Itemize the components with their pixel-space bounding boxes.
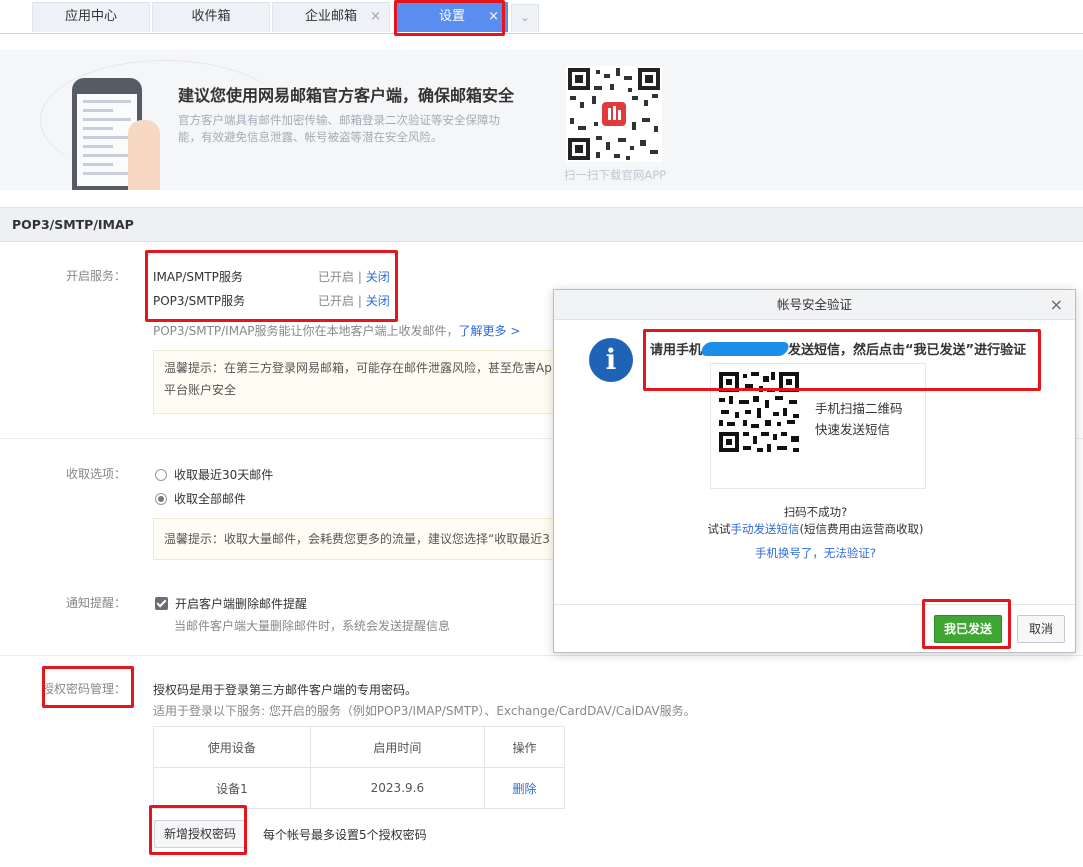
service-status: 已开启 [318, 270, 355, 284]
close-icon[interactable]: × [370, 3, 381, 31]
qr-caption: 扫一扫下载官网APP [563, 168, 667, 182]
sms-qr-panel: 手机扫描二维码 快速发送短信 [710, 363, 926, 489]
receive-tip: 温馨提示：收取大量邮件，会耗费您更多的流量，建议您选择“收取最近3 [153, 518, 573, 560]
learn-more-link[interactable]: 了解更多 > [459, 324, 521, 338]
hand-illustration [128, 120, 160, 190]
auth-limit-hint: 每个帐号最多设置5个授权密码 [263, 828, 427, 842]
service-status: 已开启 [318, 294, 355, 308]
client-promo-banner: 建议您使用网易邮箱官方客户端，确保邮箱安全 官方客户端具有邮件加密传输、邮箱登录… [0, 50, 1083, 190]
auth-device-table: 使用设备 启用时间 操作 设备1 2023.9.6 删除 [153, 726, 566, 809]
changed-phone-link[interactable]: 手机换号了，无法验证? [755, 546, 876, 560]
service-name: IMAP/SMTP服务 [153, 270, 243, 284]
sent-confirm-button[interactable]: 我已发送 [934, 615, 1002, 643]
message-text: 请用手机 [650, 343, 703, 358]
receive-label: 收取选项： [65, 467, 126, 481]
checkbox-checked-icon [155, 597, 168, 610]
info-icon: i [589, 338, 633, 382]
tab-enterprise-mail[interactable]: 企业邮箱 × [272, 2, 390, 32]
chevron-down-icon[interactable]: ⌄ [511, 4, 539, 32]
section-title: POP3/SMTP/IMAP [0, 207, 1083, 242]
services-description: POP3/SMTP/IMAP服务能让你在本地客户端上收发邮件， [153, 324, 459, 338]
manual-prefix: 试试 [707, 522, 731, 536]
table-header-row: 使用设备 启用时间 操作 [153, 726, 566, 768]
add-auth-password-button[interactable]: 新增授权密码 [154, 820, 246, 848]
services-label: 开启服务： [65, 269, 126, 283]
pop3-close-link[interactable]: 关闭 [366, 294, 390, 308]
tab-label: 收件箱 [191, 9, 231, 24]
radio-label: 收取最近30天邮件 [174, 468, 274, 482]
notify-label: 通知提醒： [65, 596, 126, 610]
tab-app-center[interactable]: 应用中心 [32, 2, 150, 32]
tab-bar: 应用中心 收件箱 企业邮箱 × 设置 × ⌄ [0, 0, 1083, 34]
radio-recent-30-days[interactable]: 收取最近30天邮件 [155, 466, 273, 483]
imap-close-link[interactable]: 关闭 [366, 270, 390, 284]
tab-label: 企业邮箱 [304, 9, 357, 24]
notify-description: 当邮件客户端大量删除邮件时，系统会发送提醒信息 [174, 619, 451, 633]
radio-all-mail[interactable]: 收取全部邮件 [155, 490, 246, 507]
banner-description: 官方客户端具有邮件加密传输、邮箱登录二次验证等安全保障功能，有效避免信息泄露、帐… [178, 113, 500, 144]
tab-inbox[interactable]: 收件箱 [152, 2, 270, 32]
scan-fail-text: 扫码不成功? [783, 505, 848, 519]
security-verification-dialog: 帐号安全验证 × i 请用手机 发送短信，然后点击“我已发送”进行验证 手机扫描… [553, 289, 1076, 653]
enabled-date-cell: 2023.9.6 [309, 767, 485, 809]
column-header: 操作 [483, 726, 566, 768]
banner-title: 建议您使用网易邮箱官方客户端，确保邮箱安全 [178, 86, 515, 105]
radio-checked-icon [155, 493, 167, 505]
services-tip: 温馨提示：在第三方登录网易邮箱，可能存在邮件泄露风险，甚至危害Ap 平台账户安全 [153, 350, 573, 414]
radio-label: 收取全部邮件 [174, 492, 247, 506]
tab-label: 设置 [438, 9, 465, 24]
dialog-message: 请用手机 发送短信，然后点击“我已发送”进行验证 [650, 340, 1040, 362]
highlight-box [145, 250, 398, 322]
tip-text: 平台账户安全 [164, 383, 237, 397]
manual-suffix: (短信费用由运营商收取) [799, 522, 924, 536]
tab-settings[interactable]: 设置 × [396, 2, 508, 32]
checkbox-label: 开启客户端删除邮件提醒 [175, 597, 308, 611]
download-app-qr-code [566, 66, 662, 162]
message-text: 发送短信，然后点击“我已发送”进行验证 [788, 343, 1027, 358]
table-row: 设备1 2023.9.6 删除 [153, 767, 566, 809]
delete-link[interactable]: 删除 [512, 782, 536, 796]
column-header: 启用时间 [309, 726, 485, 768]
close-icon[interactable]: × [1050, 290, 1063, 319]
close-icon[interactable]: × [488, 3, 499, 31]
redacted-phone-number [699, 342, 791, 356]
tab-label: 应用中心 [64, 9, 117, 24]
qr-instruction: 手机扫描二维码 [815, 401, 903, 416]
separator: | [357, 294, 362, 308]
auth-label: 授权密码管理： [41, 682, 126, 696]
divider [0, 655, 1083, 656]
device-name-cell: 设备1 [153, 767, 311, 809]
qr-instruction: 快速发送短信 [815, 422, 891, 437]
auth-services-description: 适用于登录以下服务: 您开启的服务（例如POP3/IMAP/SMTP）、Exch… [153, 704, 696, 718]
manual-sms-line: 试试手动发送短信(短信费用由运营商收取) [554, 521, 1077, 537]
manual-send-sms-link[interactable]: 手动发送短信 [731, 522, 800, 536]
dialog-title: 帐号安全验证 [776, 297, 852, 312]
dialog-title-bar: 帐号安全验证 × [554, 290, 1075, 320]
column-header: 使用设备 [153, 726, 311, 768]
radio-icon [155, 469, 167, 481]
tip-text: 温馨提示：收取大量邮件，会耗费您更多的流量，建议您选择“收取最近3 [164, 532, 550, 546]
sms-qr-code [717, 370, 801, 454]
tip-text: 温馨提示：在第三方登录网易邮箱，可能存在邮件泄露风险，甚至危害Ap [164, 361, 552, 375]
separator: | [357, 270, 362, 284]
auth-description: 授权码是用于登录第三方邮件客户端的专用密码。 [153, 683, 418, 697]
service-name: POP3/SMTP服务 [153, 294, 246, 308]
cancel-button[interactable]: 取消 [1017, 615, 1065, 643]
delete-notify-checkbox[interactable]: 开启客户端删除邮件提醒 [155, 595, 307, 612]
